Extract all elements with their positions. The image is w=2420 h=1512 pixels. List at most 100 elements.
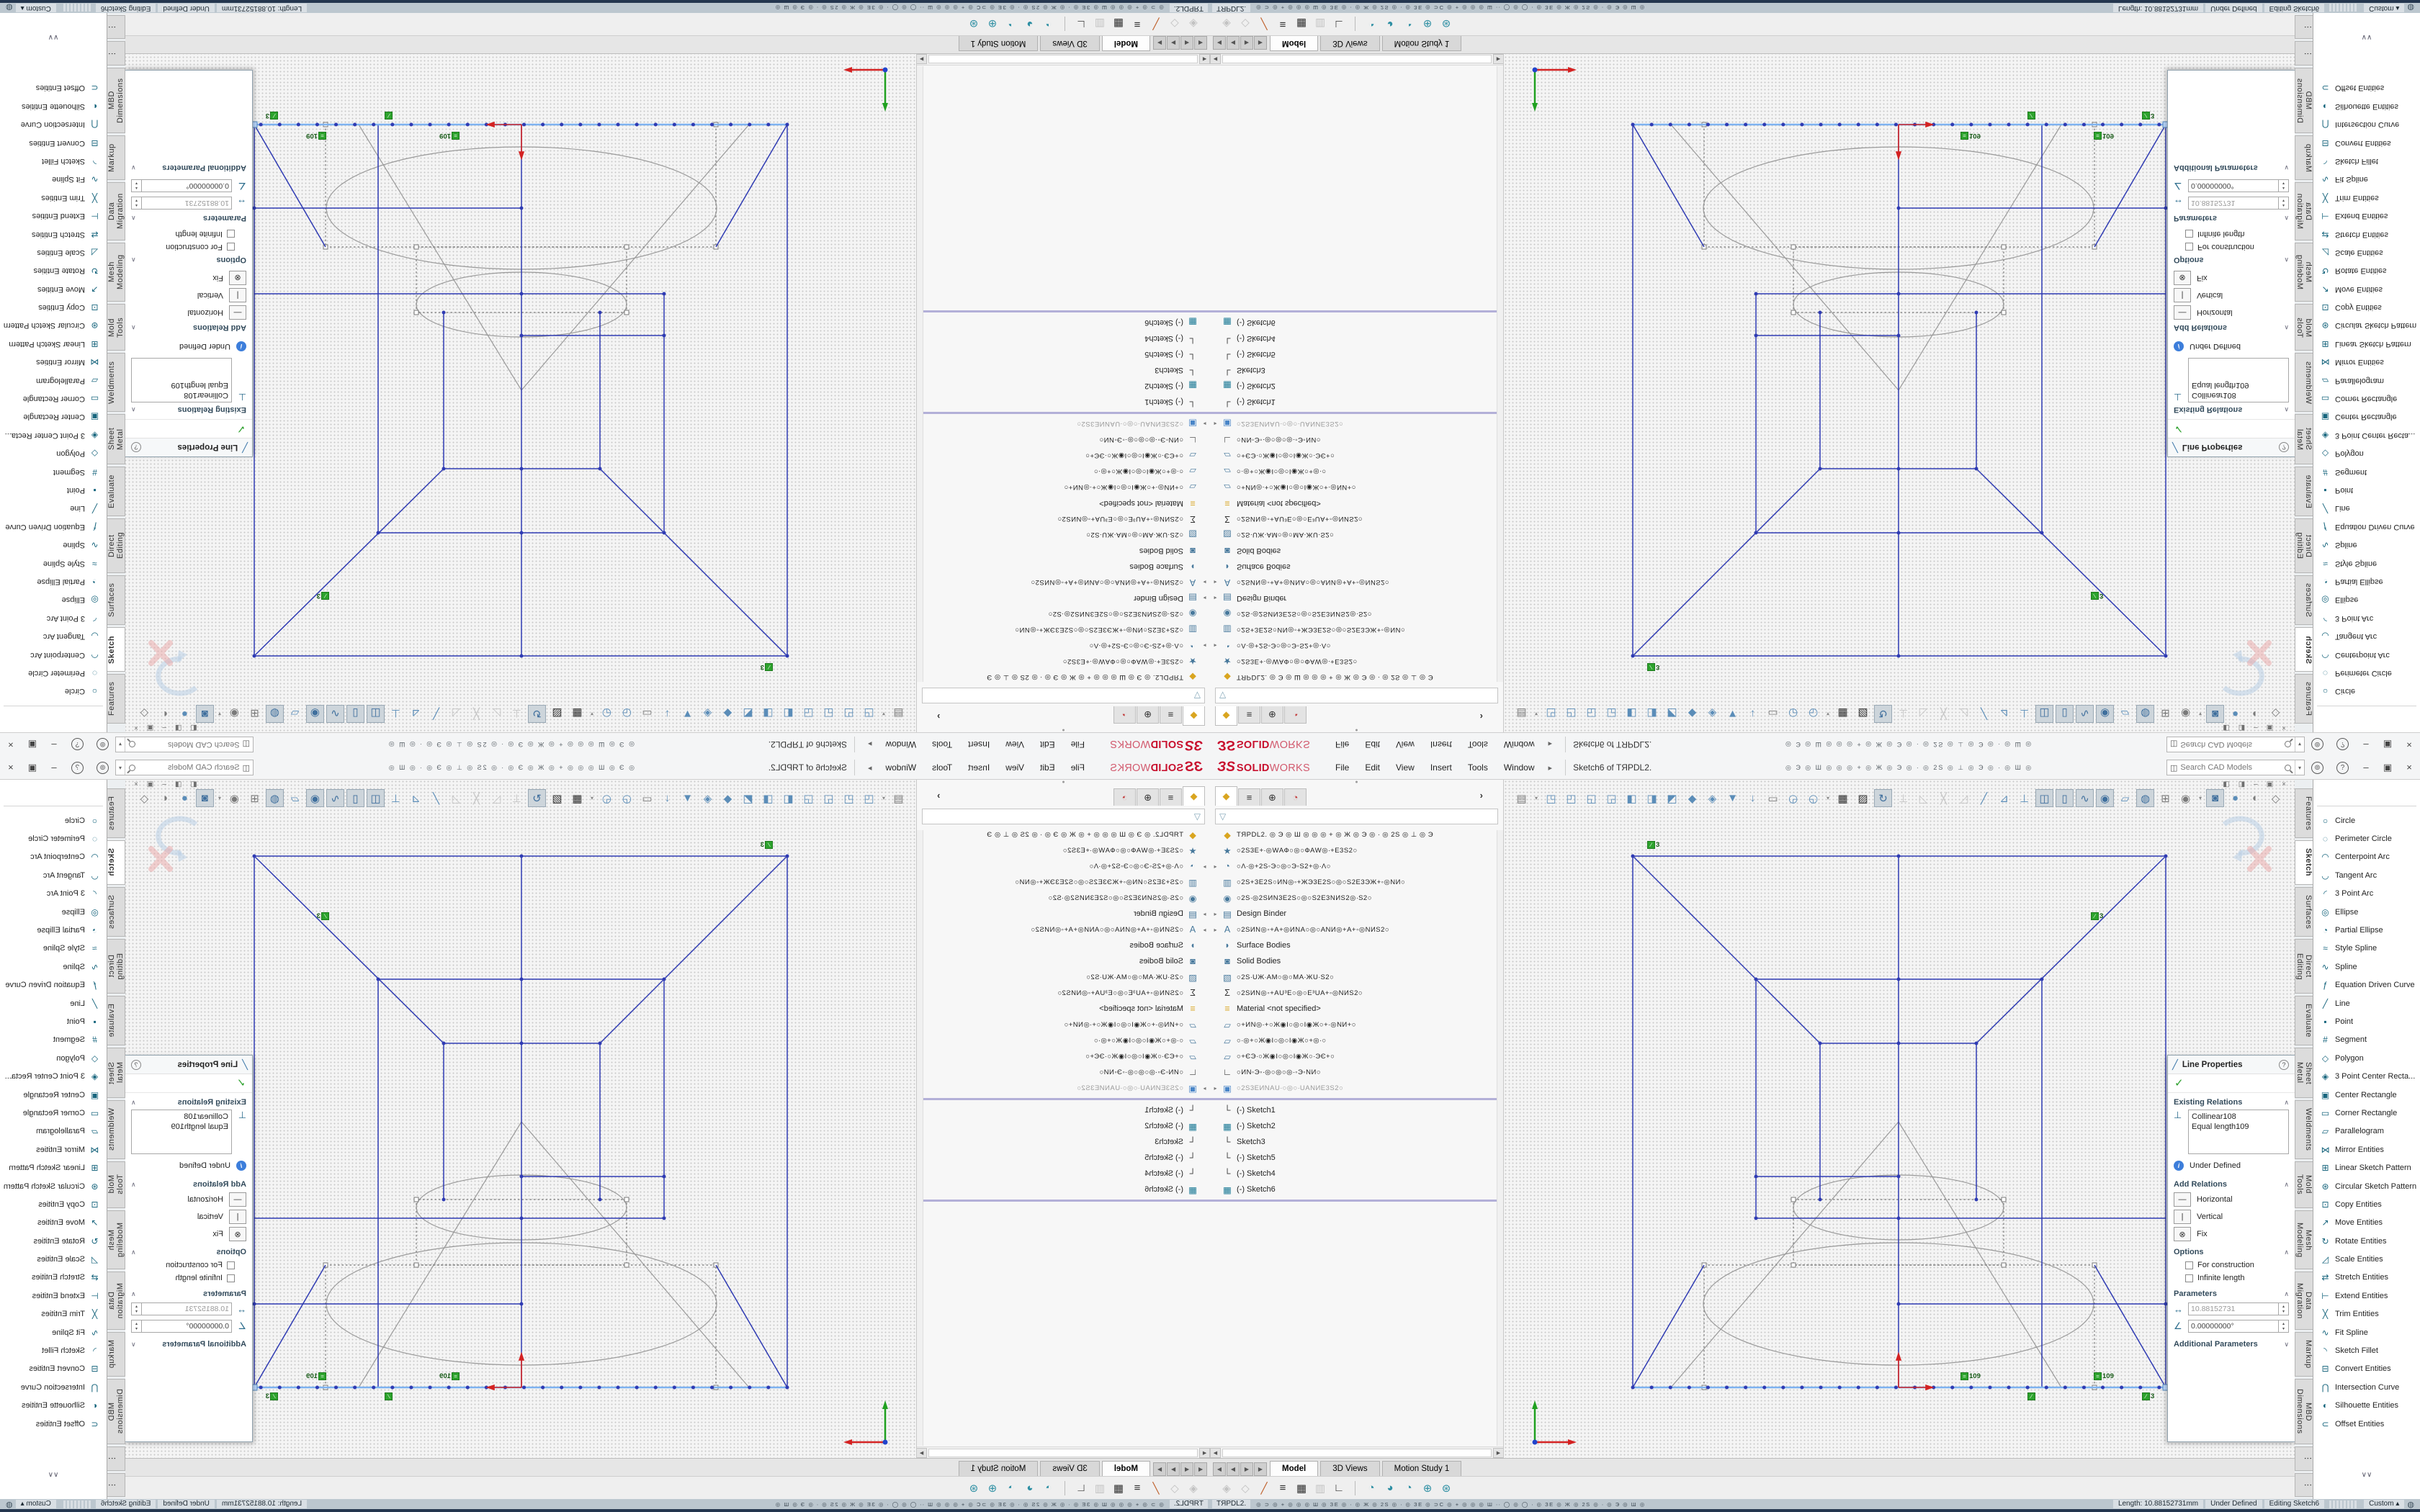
tree-row[interactable]: ▱ ○+ИN◎∙+○Ж◉I○◎○I◉Ж○+∙◎NИ+○ [1210,1017,1503,1032]
bottom-toolbar-icon[interactable]: ∟ [1072,18,1090,30]
relation-button-icon[interactable]: ⊗ [2174,271,2191,285]
tree-row[interactable]: ▱ ○+ЄЭ∙○Ж◉I○◎○I◉Ж○∙ЭЄ+○ [1210,448,1503,464]
doc-window-control-icon[interactable]: ◧ [2223,780,2229,788]
command-manager-tab[interactable]: Mesh Modeling [2295,243,2313,302]
bottom-toolbar-icon[interactable]: ≡ [1128,18,1147,30]
relation-item[interactable]: Collinear108 [2192,1112,2285,1122]
toolbar-icon[interactable]: ↓ [658,789,676,807]
sketch-row[interactable]: └ (-) Sketch1 [917,394,1210,410]
toolbar-icon[interactable]: ▱ [2116,705,2134,723]
command-manager-tab[interactable]: Mold Tools [107,304,125,351]
sketch-tool-item[interactable]: ◠ Centerpoint Arc [2313,646,2420,664]
toolbar-icon[interactable]: ◰ [1562,705,1580,723]
sketch-row[interactable]: └ Sketch3 [1210,362,1503,378]
tree-horizontal-scrollbar[interactable]: ◀ ▶ [916,1446,1210,1458]
sketch-tool-item[interactable]: ╳ Trim Entities [2313,189,2420,207]
toolbar-icon[interactable]: ◲ [1603,789,1621,807]
feature-manager-tab[interactable]: ◔ [1113,788,1136,806]
document-tab[interactable]: 3D Views [1320,36,1379,51]
toolbar-icon[interactable]: ◩ [739,789,757,807]
command-manager-tab[interactable]: Mesh Modeling [107,243,125,302]
command-manager-tab[interactable]: Features [107,788,125,838]
sketch-tool-item[interactable]: ≈ Style Spline [2313,554,2420,572]
toolbar-icon[interactable]: ◿ [447,789,465,807]
sketch-row[interactable]: └ (-) Sketch1 [1210,1102,1503,1118]
sketch-tool-item[interactable]: ╳ Trim Entities [2313,1305,2420,1323]
relation-badge[interactable]: ∕ 3 [266,112,278,120]
feature-manager-tab[interactable]: ◆ [1183,786,1205,806]
doc-window-control-icon[interactable]: – [2254,780,2258,788]
panel-splitter-handle[interactable]: ● [917,780,1210,786]
toolbar-icon[interactable]: ◉ [2177,789,2195,807]
section-add-relations[interactable]: Add Relations ∧ [2168,321,2295,337]
feature-manager-tab[interactable]: ◔ [1113,706,1136,724]
sketch-tool-item[interactable]: ╱ Line [0,500,107,518]
tree-row[interactable]: ★ ○2S3E+∙◎WАФ○◎○ФАW◎∙+E3S2○ [917,842,1210,858]
doc-window-control-icon[interactable]: × [134,780,138,788]
help-icon[interactable]: ? [71,739,84,751]
toolbar-icon[interactable]: ◍ [266,705,284,723]
toolbar-icon[interactable]: ↓ [1744,789,1762,807]
toolbar-icon[interactable]: ◵ [598,789,616,807]
toolbar-icon[interactable]: ▭ [1764,789,1782,807]
section-options[interactable]: Options ∧ [125,1243,252,1259]
toolbar-icon[interactable]: ▯ [346,705,364,723]
tree-row[interactable]: ≡ Material <not specified> [1210,1001,1503,1017]
relations-listbox[interactable]: Collinear108Equal length109 [2188,358,2289,402]
relation-badge[interactable]: = 109 [2094,132,2114,140]
bottom-toolbar-icon[interactable]: ▥ [1090,1482,1109,1495]
sketch-tool-item[interactable]: ◡ Tangent Arc [0,866,107,884]
sketch-tool-item[interactable]: ╳ Trim Entities [0,1305,107,1323]
parameter-input[interactable]: 10.88152731 [2188,197,2279,210]
tab-nav-icon[interactable]: ▶ [1240,36,1253,50]
sketch-tool-item[interactable]: ∿ Spline [2313,536,2420,554]
sketch-tool-item[interactable]: ⊞ Linear Sketch Pattern [2313,1158,2420,1176]
toolbar-icon[interactable]: ╳ [467,705,485,723]
sketch-tool-item[interactable]: ○ Circle [2313,683,2420,701]
sketch-tool-item[interactable]: ◝ Sketch Fillet [2313,152,2420,170]
tab-nav-icon[interactable]: ▶ [1153,36,1166,50]
toolbar-icon[interactable]: ╳ [467,789,485,807]
section-additional-parameters[interactable]: Additional Parameters ∨ [2168,161,2295,177]
command-manager-tab[interactable]: MBD Dimensions [2295,1379,2313,1444]
toolbar-icon[interactable]: ◨ [1643,789,1661,807]
tree-splitter[interactable] [917,1200,1210,1202]
toolbar-icon[interactable]: ◰ [840,789,858,807]
minimize-button[interactable]: – [2355,756,2377,779]
sketch-row[interactable]: └ (-) Sketch4 [917,1166,1210,1182]
relation-badge[interactable]: ∕ 3 [2091,912,2103,920]
toolbar-icon[interactable]: ◙ [2206,705,2224,723]
command-manager-tab[interactable]: Weldments [107,353,125,411]
bottom-toolbar-icon[interactable]: ≡ [1273,18,1292,30]
sketch-tool-item[interactable]: ◈ 3 Point Center Recta... [2313,1067,2420,1085]
sketch-tool-item[interactable]: ⊞ Linear Sketch Pattern [0,335,107,353]
bottom-toolbar-icon[interactable]: ⊕ [983,1482,1002,1495]
toolbar-icon[interactable]: ◺ [488,705,506,723]
relations-listbox[interactable]: Collinear108Equal length109 [131,1110,232,1154]
ok-button[interactable]: ✓ [2168,419,2295,438]
toolbar-icon[interactable]: ◇ [135,789,153,807]
command-manager-tab[interactable]: Data Migration [2295,1272,2313,1330]
sketch-tool-item[interactable]: ◈ 3 Point Center Recta... [0,426,107,444]
expand-arrow-icon[interactable]: ▸ [1199,911,1210,917]
sketch-tool-item[interactable]: ▪ Point [0,1012,107,1030]
pin-icon[interactable]: ▸ [1549,763,1553,773]
sketch-tool-item[interactable]: ƒ Equation Driven Curve [2313,976,2420,994]
sketch-tool-item[interactable]: ◝ Sketch Fillet [0,152,107,170]
tree-row[interactable]: ▸ A ○2SИN◎◦+А+◎ИNА○◎○АNИ◎+А+◦◎NИS2○ [1210,575,1503,590]
collapse-icon[interactable]: ∧ [2284,1099,2289,1107]
toolbar-icon[interactable]: ⊞ [246,789,264,807]
toolbar-icon[interactable]: ◨ [1643,705,1661,723]
toolbar-icon[interactable]: ◆ [1683,705,1701,723]
tree-row[interactable]: ▱ ○∙◎+○Ж◉I○◎○I◉Ж○+◎∙○ [917,464,1210,480]
tab-nav-icon[interactable]: ▶ [1240,1462,1253,1476]
bottom-toolbar-icon[interactable]: ◈ [1184,18,1203,31]
menu-item[interactable]: Insert [960,733,998,756]
command-manager-tab[interactable]: ⋮ [107,1473,125,1498]
parameter-input[interactable]: 10.88152731 [141,1302,232,1315]
tree-row[interactable]: ▸ A ○2SИN◎◦+А+◎ИNА○◎○АNИ◎+А+◦◎NИS2○ [917,575,1210,590]
relation-badge[interactable]: ∕ 3 [2142,112,2154,120]
toolbar-icon[interactable]: ⊞ [246,705,264,723]
sketch-tool-item[interactable]: ⊞ Linear Sketch Pattern [2313,335,2420,353]
doc-window-control-icon[interactable]: ▣ [2267,780,2273,788]
